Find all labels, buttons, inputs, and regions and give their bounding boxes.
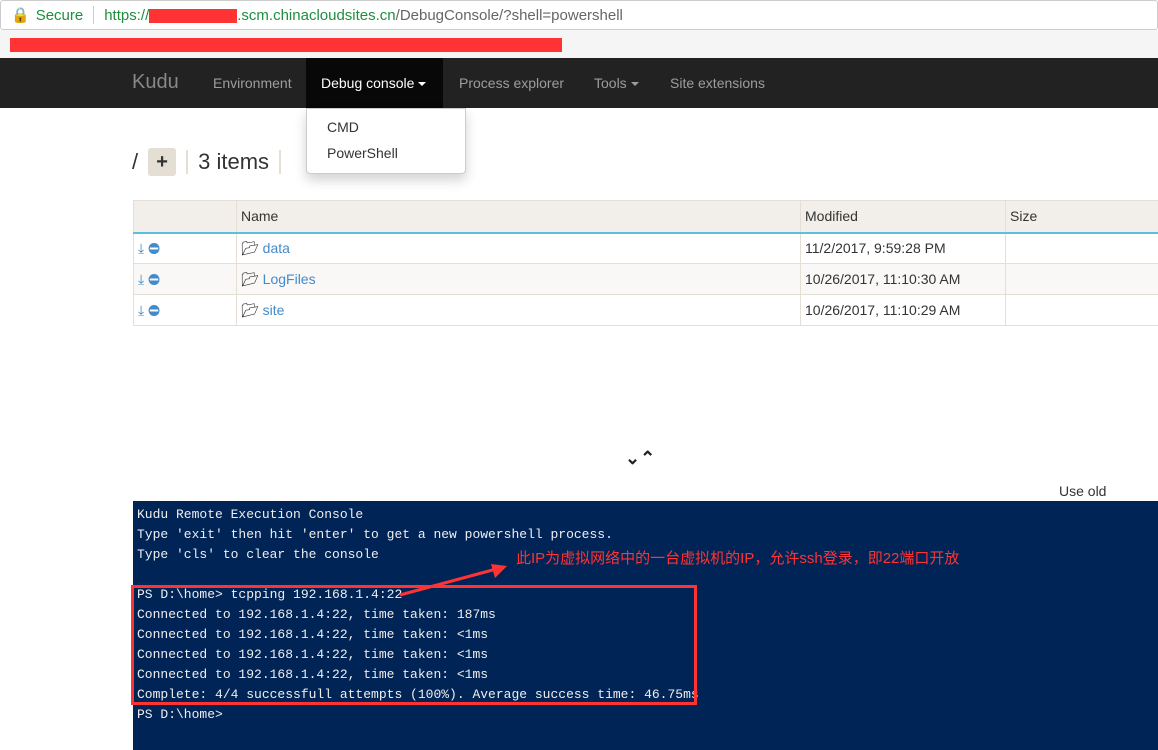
folder-icon: 📂︎ xyxy=(241,239,259,256)
caret-down-icon xyxy=(418,82,427,87)
redaction xyxy=(149,8,238,23)
root-link[interactable]: / xyxy=(132,149,138,175)
modified: 11/2/2017, 9:59:28 PM xyxy=(800,232,1006,264)
modified: 10/26/2017, 11:10:29 AM xyxy=(800,294,1006,326)
secure-label: Secure xyxy=(35,6,84,24)
modified: 10/26/2017, 11:10:30 AM xyxy=(800,263,1006,295)
redaction xyxy=(10,38,562,52)
breadcrumb: / + 3 items xyxy=(132,148,282,176)
add-button[interactable]: + xyxy=(148,148,177,176)
bookmarks-bar xyxy=(0,30,1158,58)
table-row: ⤓ ⛔︎ 📂︎ data 11/2/2017, 9:59:28 PM xyxy=(133,232,1158,264)
download-icon[interactable]: ⤓ xyxy=(138,240,144,256)
item-count: 3 items xyxy=(198,149,270,174)
delete-icon[interactable]: ⛔︎ xyxy=(148,240,160,256)
delete-icon[interactable]: ⛔︎ xyxy=(148,302,160,318)
file-link[interactable]: site xyxy=(263,302,285,318)
nav-debug-console[interactable]: Debug console xyxy=(306,58,443,108)
resize-toggle-icon[interactable]: ⌄⌃ xyxy=(625,448,655,469)
col-name[interactable]: Name xyxy=(236,200,801,234)
url: https:// .scm.chinacloudsites.cn/DebugCon… xyxy=(104,7,623,24)
col-modified[interactable]: Modified xyxy=(800,200,1006,234)
highlight-box xyxy=(131,585,697,705)
nav-environment[interactable]: Environment xyxy=(198,58,307,108)
url-path: /DebugConsole/?shell=powershell xyxy=(395,6,623,24)
file-link[interactable]: data xyxy=(263,240,290,256)
table-row: ⤓ ⛔︎ 📂︎ LogFiles 10/26/2017, 11:10:30 AM xyxy=(133,263,1158,295)
console-line: Kudu Remote Execution Console xyxy=(137,507,364,522)
annotation-note: 此IP为虚拟网络中的一台虚拟机的IP，允许ssh登录，即22端口开放 xyxy=(516,550,960,567)
nav-site-extensions[interactable]: Site extensions xyxy=(655,58,780,108)
debug-console-dropdown: CMD PowerShell xyxy=(306,108,466,174)
url-domain: .scm.chinacloudsites.cn xyxy=(237,6,396,24)
caret-down-icon xyxy=(630,82,639,87)
url-prefix: https:// xyxy=(104,6,150,24)
nav-label: Debug console xyxy=(321,75,415,91)
file-link[interactable]: LogFiles xyxy=(263,271,316,287)
menu-item-powershell[interactable]: PowerShell xyxy=(307,141,465,167)
folder-icon: 📂︎ xyxy=(241,270,259,287)
delete-icon[interactable]: ⛔︎ xyxy=(148,271,160,287)
nav-label: Tools xyxy=(594,75,627,91)
download-icon[interactable]: ⤓ xyxy=(138,302,144,318)
nav-tools[interactable]: Tools xyxy=(579,58,654,108)
console-line: Type 'exit' then hit 'enter' to get a ne… xyxy=(137,527,613,542)
console-line: PS D:\home> xyxy=(137,707,223,722)
table-row: ⤓ ⛔︎ 📂︎ site 10/26/2017, 11:10:29 AM xyxy=(133,294,1158,326)
navbar: Kudu Environment Debug console Process e… xyxy=(0,58,1158,108)
lock-icon: 🔒 xyxy=(11,7,30,24)
folder-icon: 📂︎ xyxy=(241,301,259,318)
annotation-arrow-icon xyxy=(399,564,507,597)
col-size[interactable]: Size xyxy=(1005,200,1158,234)
kudu-logo[interactable]: Kudu xyxy=(132,71,179,94)
menu-item-cmd[interactable]: CMD xyxy=(307,115,465,141)
address-bar[interactable]: 🔒 Secure https:// .scm.chinacloudsites.cn… xyxy=(0,0,1158,30)
download-icon[interactable]: ⤓ xyxy=(138,271,144,287)
file-table: Name Modified Size ⤓ ⛔︎ 📂︎ data 11/2/2017, 9… xyxy=(133,200,1158,326)
nav-process-explorer[interactable]: Process explorer xyxy=(444,58,579,108)
